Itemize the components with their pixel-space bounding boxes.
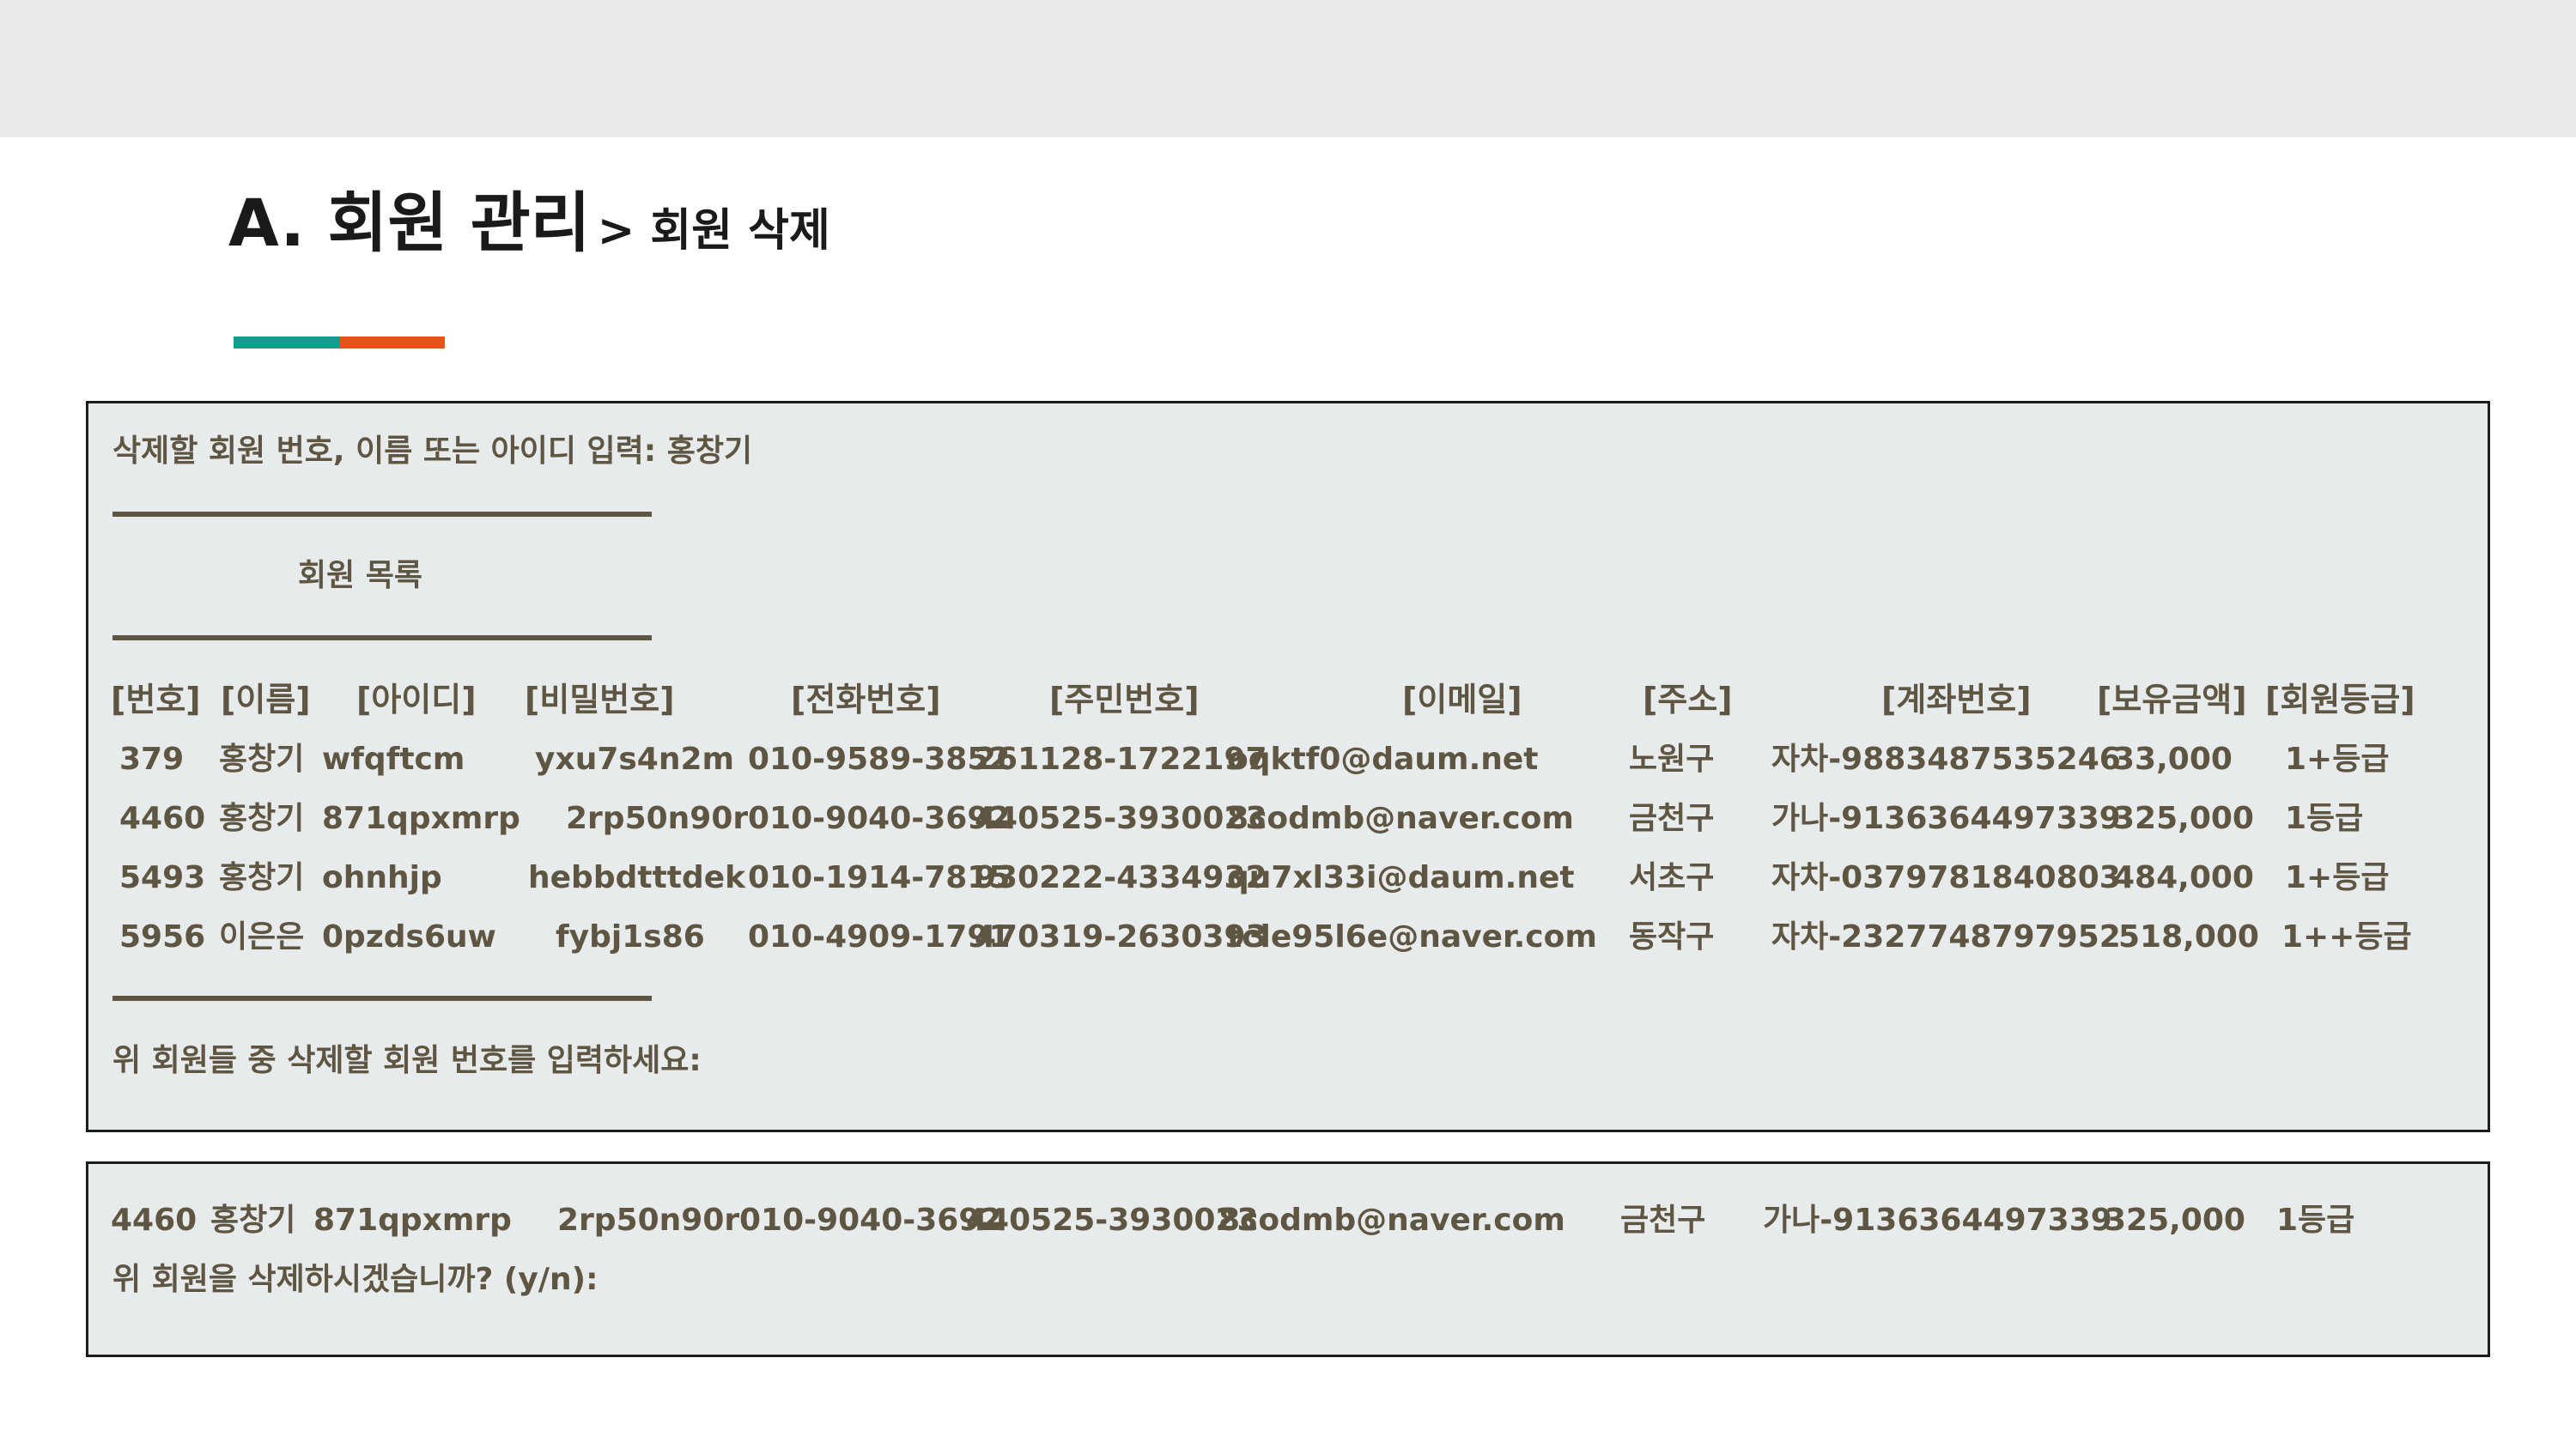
cell-email: 8codmb@naver.com: [1227, 801, 1574, 836]
header-resident-number: [주민번호]: [1049, 681, 1200, 718]
cell-password: hebbdtttdek: [528, 860, 746, 895]
cell-account: 자차-0379781840803: [1771, 860, 2121, 895]
cell-number: 4460: [119, 801, 206, 836]
header-password: [비밀번호]: [525, 681, 675, 718]
cell-balance: 518,000: [2118, 919, 2259, 955]
console-output-confirm: 4460 홍창기 871qpxmrp 2rp50n90r 010-9040-36…: [86, 1161, 2490, 1357]
cell-balance: 484,000: [2113, 860, 2254, 895]
cell-balance: 325,000: [2113, 801, 2254, 836]
cell-password: 2rp50n90r: [566, 801, 749, 836]
search-prompt: 삭제할 회원 번호, 이름 또는 아이디 입력: 홍창기: [112, 433, 753, 469]
cell-password: fybj1s86: [556, 919, 705, 955]
cell-name: 홍창기: [219, 860, 305, 895]
header-grade: [회원등급]: [2265, 681, 2415, 718]
delete-confirm-prompt: 위 회원을 삭제하시겠습니까? (y/n):: [112, 1262, 598, 1297]
cell-phone: 010-1914-7815: [748, 860, 1011, 895]
cell-name: 홍창기: [219, 801, 305, 836]
cell-address: 금천구: [1629, 801, 1715, 836]
table-row: 379 홍창기 wfqftcm yxu7s4n2m 010-9589-3852 …: [88, 744, 2488, 779]
header-phone: [전화번호]: [791, 681, 941, 718]
table-row: 4460 홍창기 871qpxmrp 2rp50n90r 010-9040-36…: [88, 803, 2488, 838]
cell-address: 노원구: [1629, 742, 1715, 777]
delete-number-prompt: 위 회원들 중 삭제할 회원 번호를 입력하세요:: [112, 1043, 702, 1078]
separator-line: [112, 996, 652, 1001]
header-id: [아이디]: [356, 681, 477, 718]
cell-name: 홍창기: [210, 1203, 296, 1238]
table-row: 5956 이은은 0pzds6uw fybj1s86 010-4909-1791…: [88, 922, 2488, 956]
cell-phone: 010-9040-3692: [748, 801, 1011, 836]
title-main: A. 회원 관리: [228, 185, 591, 261]
title-accent-teal: [234, 336, 340, 349]
header-balance: [보유금액]: [2097, 681, 2247, 718]
console-output-main: 삭제할 회원 번호, 이름 또는 아이디 입력: 홍창기 회원 목록 [번호] …: [86, 401, 2490, 1132]
cell-grade: 1등급: [2285, 801, 2364, 836]
cell-balance: 325,000: [2105, 1203, 2245, 1238]
cell-name: 홍창기: [219, 742, 305, 777]
header-band: [0, 0, 2576, 137]
cell-number: 5493: [119, 860, 206, 895]
cell-address: 동작구: [1629, 919, 1715, 955]
title-subtitle: > 회원 삭제: [597, 205, 830, 257]
header-email: [이메일]: [1402, 681, 1522, 718]
cell-grade: 1+등급: [2285, 742, 2390, 777]
cell-number: 379: [119, 742, 185, 777]
cell-password: 2rp50n90r: [557, 1203, 740, 1238]
table-row: 5493 홍창기 ohnhjp hebbdtttdek 010-1914-781…: [88, 863, 2488, 897]
cell-grade: 1+등급: [2285, 860, 2390, 895]
separator-line: [112, 635, 652, 640]
cell-id: wfqftcm: [322, 742, 465, 777]
header-account: [계좌번호]: [1881, 681, 2032, 718]
cell-address: 금천구: [1620, 1203, 1706, 1238]
cell-email: tcle95l6e@naver.com: [1227, 919, 1597, 955]
header-name: [이름]: [221, 681, 311, 718]
header-number: [번호]: [111, 681, 201, 718]
header-address: [주소]: [1643, 681, 1733, 718]
cell-id: 871qpxmrp: [322, 801, 520, 836]
cell-address: 서초구: [1629, 860, 1715, 895]
title-accent-orange: [340, 336, 445, 349]
cell-account: 가나-9136364497339: [1771, 801, 2121, 836]
cell-grade: 1등급: [2276, 1203, 2355, 1238]
cell-email: 8codmb@naver.com: [1218, 1203, 1565, 1238]
member-list-title: 회원 목록: [298, 558, 423, 593]
cell-email: oqktf0@daum.net: [1227, 742, 1539, 777]
selected-member-row: 4460 홍창기 871qpxmrp 2rp50n90r 010-9040-36…: [88, 1205, 2488, 1240]
cell-account: 가나-9136364497339: [1763, 1203, 2112, 1238]
cell-password: yxu7s4n2m: [535, 742, 735, 777]
cell-account: 자차-9883487535246: [1771, 742, 2121, 777]
cell-resident-number: 470319-2630393: [975, 919, 1267, 955]
cell-resident-number: 261128-1722197: [975, 742, 1267, 777]
table-header-row: [번호] [이름] [아이디] [비밀번호] [전화번호] [주민번호] [이메…: [88, 683, 2488, 718]
separator-line: [112, 512, 652, 517]
cell-balance: 33,000: [2113, 742, 2233, 777]
cell-id: 0pzds6uw: [322, 919, 496, 955]
cell-id: 871qpxmrp: [313, 1203, 512, 1238]
cell-resident-number: 930222-4334932: [975, 860, 1267, 895]
cell-number: 5956: [119, 919, 206, 955]
cell-phone: 010-4909-1791: [748, 919, 1011, 955]
cell-number: 4460: [111, 1203, 197, 1238]
cell-grade: 1++등급: [2281, 919, 2412, 955]
cell-id: ohnhjp: [322, 860, 442, 895]
cell-resident-number: 440525-3930023: [966, 1203, 1259, 1238]
cell-email: qu7xl33i@daum.net: [1227, 860, 1575, 895]
cell-phone: 010-9589-3852: [748, 742, 1011, 777]
cell-resident-number: 440525-3930023: [975, 801, 1267, 836]
cell-name: 이은은: [219, 919, 305, 955]
cell-phone: 010-9040-3692: [739, 1203, 1002, 1238]
cell-account: 자차-2327748797952: [1771, 919, 2121, 955]
page-title: A. 회원 관리 > 회원 삭제: [228, 191, 830, 256]
